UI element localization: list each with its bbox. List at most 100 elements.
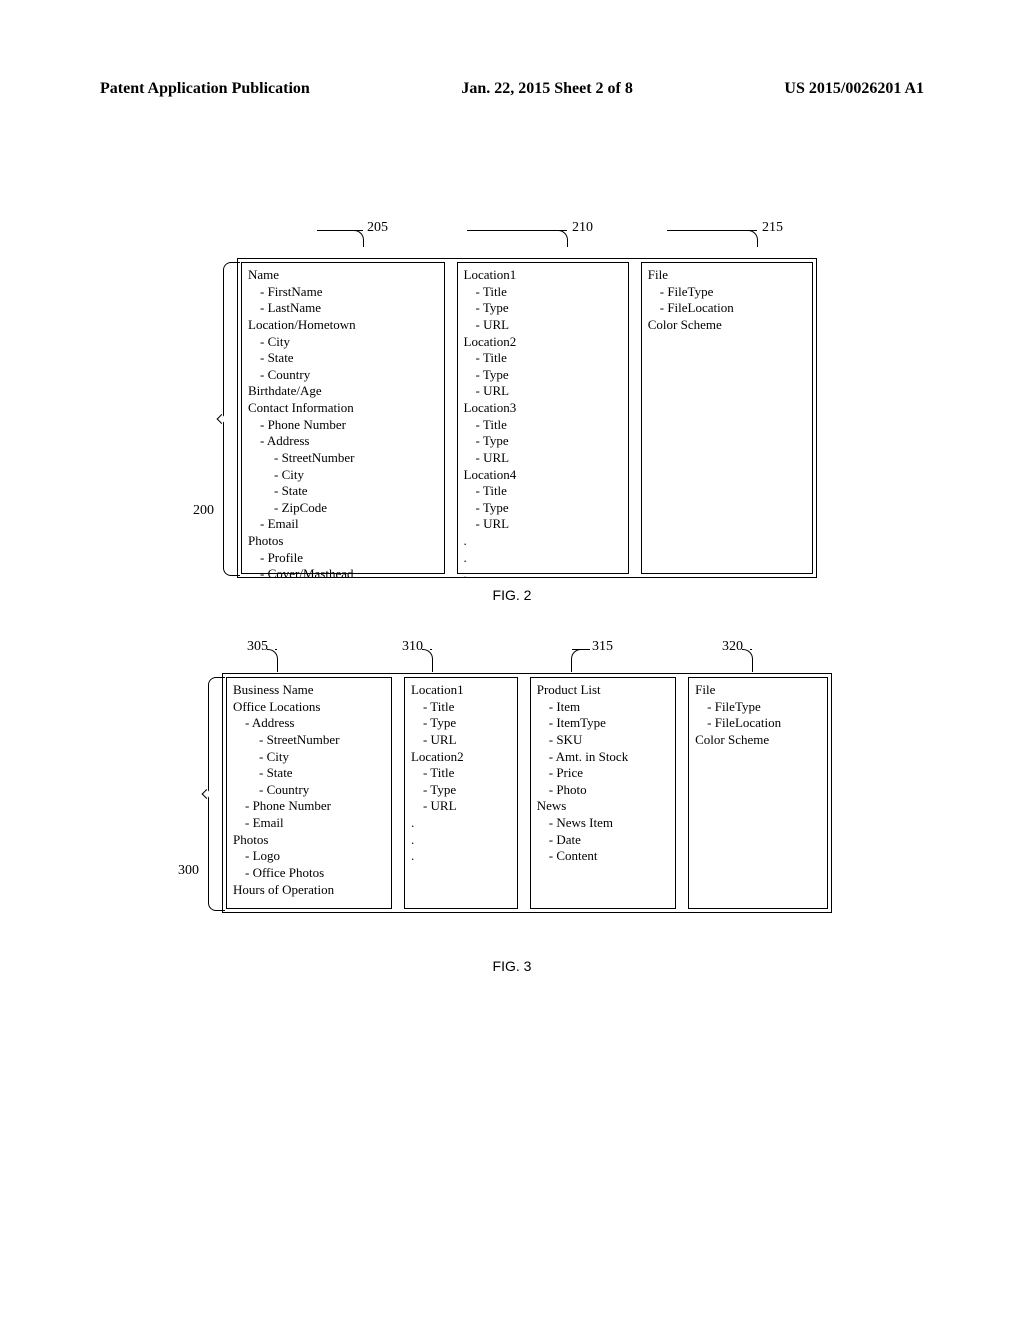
list-item: - FirstName (248, 284, 436, 301)
list-item: - Country (248, 367, 436, 384)
ref-315: 315 (592, 639, 613, 655)
header-left: Patent Application Publication (100, 80, 310, 98)
list-item: - ItemType (537, 715, 667, 732)
list-item: - Photo (537, 782, 667, 799)
list-item: - City (248, 467, 436, 484)
list-item: Location1 (464, 267, 620, 284)
list-item: - Type (464, 300, 620, 317)
ref-300: 300 (178, 863, 199, 879)
list-item: - Amt. in Stock (537, 749, 667, 766)
figure-2-wrap: 200 205 210 215 Name- FirstName- LastNam… (100, 218, 924, 603)
list-item: Contact Information (248, 400, 436, 417)
list-item: - Type (464, 433, 620, 450)
fig3-box-320: File- FileType- FileLocationColor Scheme (688, 677, 828, 909)
list-item: - Type (411, 782, 509, 799)
list-item: Color Scheme (648, 317, 804, 334)
list-item: File (695, 682, 819, 699)
list-item: Office Locations (233, 699, 383, 716)
ref-320: 320 (722, 639, 743, 655)
list-item: - Email (233, 815, 383, 832)
list-item: . (464, 566, 620, 583)
list-item: - Title (464, 417, 620, 434)
figure-3: 300 305 310 315 320 Business NameOffice … (192, 633, 832, 913)
fig2-box-215: File- FileType- FileLocationColor Scheme (641, 262, 813, 574)
list-item: - Phone Number (248, 417, 436, 434)
ref-205: 205 (367, 220, 388, 236)
list-item: - FileLocation (695, 715, 819, 732)
list-item: . (411, 848, 509, 865)
list-item: - URL (411, 798, 509, 815)
list-item: . (411, 815, 509, 832)
list-item: Location/Hometown (248, 317, 436, 334)
list-item: Name (248, 267, 436, 284)
list-item: - Address (233, 715, 383, 732)
list-item: - State (248, 483, 436, 500)
list-item: - ZipCode (248, 500, 436, 517)
list-item: - Type (411, 715, 509, 732)
list-item: - Logo (233, 848, 383, 865)
list-item: - Date (537, 832, 667, 849)
fig2-caption: FIG. 2 (100, 587, 924, 603)
list-item: - Price (537, 765, 667, 782)
list-item: - URL (464, 317, 620, 334)
list-item: Hours of Operation (233, 882, 383, 899)
list-item: - News Item (537, 815, 667, 832)
figure-3-wrap: 300 305 310 315 320 Business NameOffice … (100, 633, 924, 974)
ref-215: 215 (762, 220, 783, 236)
list-item: - Item (537, 699, 667, 716)
list-item: - Office Photos (233, 865, 383, 882)
list-item: Location3 (464, 400, 620, 417)
header-right: US 2015/0026201 A1 (784, 80, 924, 98)
header-center: Jan. 22, 2015 Sheet 2 of 8 (461, 80, 633, 98)
list-item: Location1 (411, 682, 509, 699)
list-item: - URL (464, 450, 620, 467)
list-item: News (537, 798, 667, 815)
fig3-caption: FIG. 3 (100, 958, 924, 974)
list-item: - FileType (648, 284, 804, 301)
list-item: - Type (464, 500, 620, 517)
list-item: - Profile (248, 550, 436, 567)
list-item: - Address (248, 433, 436, 450)
list-item: - URL (464, 516, 620, 533)
list-item: - Content (537, 848, 667, 865)
list-item: Location4 (464, 467, 620, 484)
figure-2: 200 205 210 215 Name- FirstName- LastNam… (207, 218, 817, 578)
list-item: - Title (464, 483, 620, 500)
list-item: - Title (464, 284, 620, 301)
list-item: . (411, 832, 509, 849)
list-item: Photos (233, 832, 383, 849)
list-item: - Title (411, 765, 509, 782)
list-item: - LastName (248, 300, 436, 317)
list-item: . (464, 550, 620, 567)
list-item: Photos (248, 533, 436, 550)
list-item: - Type (464, 367, 620, 384)
list-item: File (648, 267, 804, 284)
list-item: Business Name (233, 682, 383, 699)
list-item: - Phone Number (233, 798, 383, 815)
list-item: - City (248, 334, 436, 351)
list-item: Color Scheme (695, 732, 819, 749)
fig2-box-210: Location1- Title- Type- URLLocation2- Ti… (457, 262, 629, 574)
ref-305: 305 (247, 639, 268, 655)
fig2-box-205: Name- FirstName- LastNameLocation/Hometo… (241, 262, 445, 574)
list-item: - StreetNumber (233, 732, 383, 749)
list-item: - FileType (695, 699, 819, 716)
list-item: . (464, 533, 620, 550)
fig2-outer-box: Name- FirstName- LastNameLocation/Hometo… (237, 258, 817, 578)
list-item: - StreetNumber (248, 450, 436, 467)
list-item: - Country (233, 782, 383, 799)
list-item: - City (233, 749, 383, 766)
list-item: - State (233, 765, 383, 782)
fig3-box-305: Business NameOffice Locations- Address- … (226, 677, 392, 909)
list-item: - Cover/Masthead (248, 566, 436, 583)
list-item: - Title (411, 699, 509, 716)
list-item: - State (248, 350, 436, 367)
fig3-box-315: Product List- Item- ItemType- SKU- Amt. … (530, 677, 676, 909)
list-item: Location2 (411, 749, 509, 766)
fig3-outer-box: Business NameOffice Locations- Address- … (222, 673, 832, 913)
patent-page: Patent Application Publication Jan. 22, … (0, 0, 1024, 1320)
list-item: Location2 (464, 334, 620, 351)
list-item: Product List (537, 682, 667, 699)
list-item: - URL (464, 383, 620, 400)
ref-310: 310 (402, 639, 423, 655)
